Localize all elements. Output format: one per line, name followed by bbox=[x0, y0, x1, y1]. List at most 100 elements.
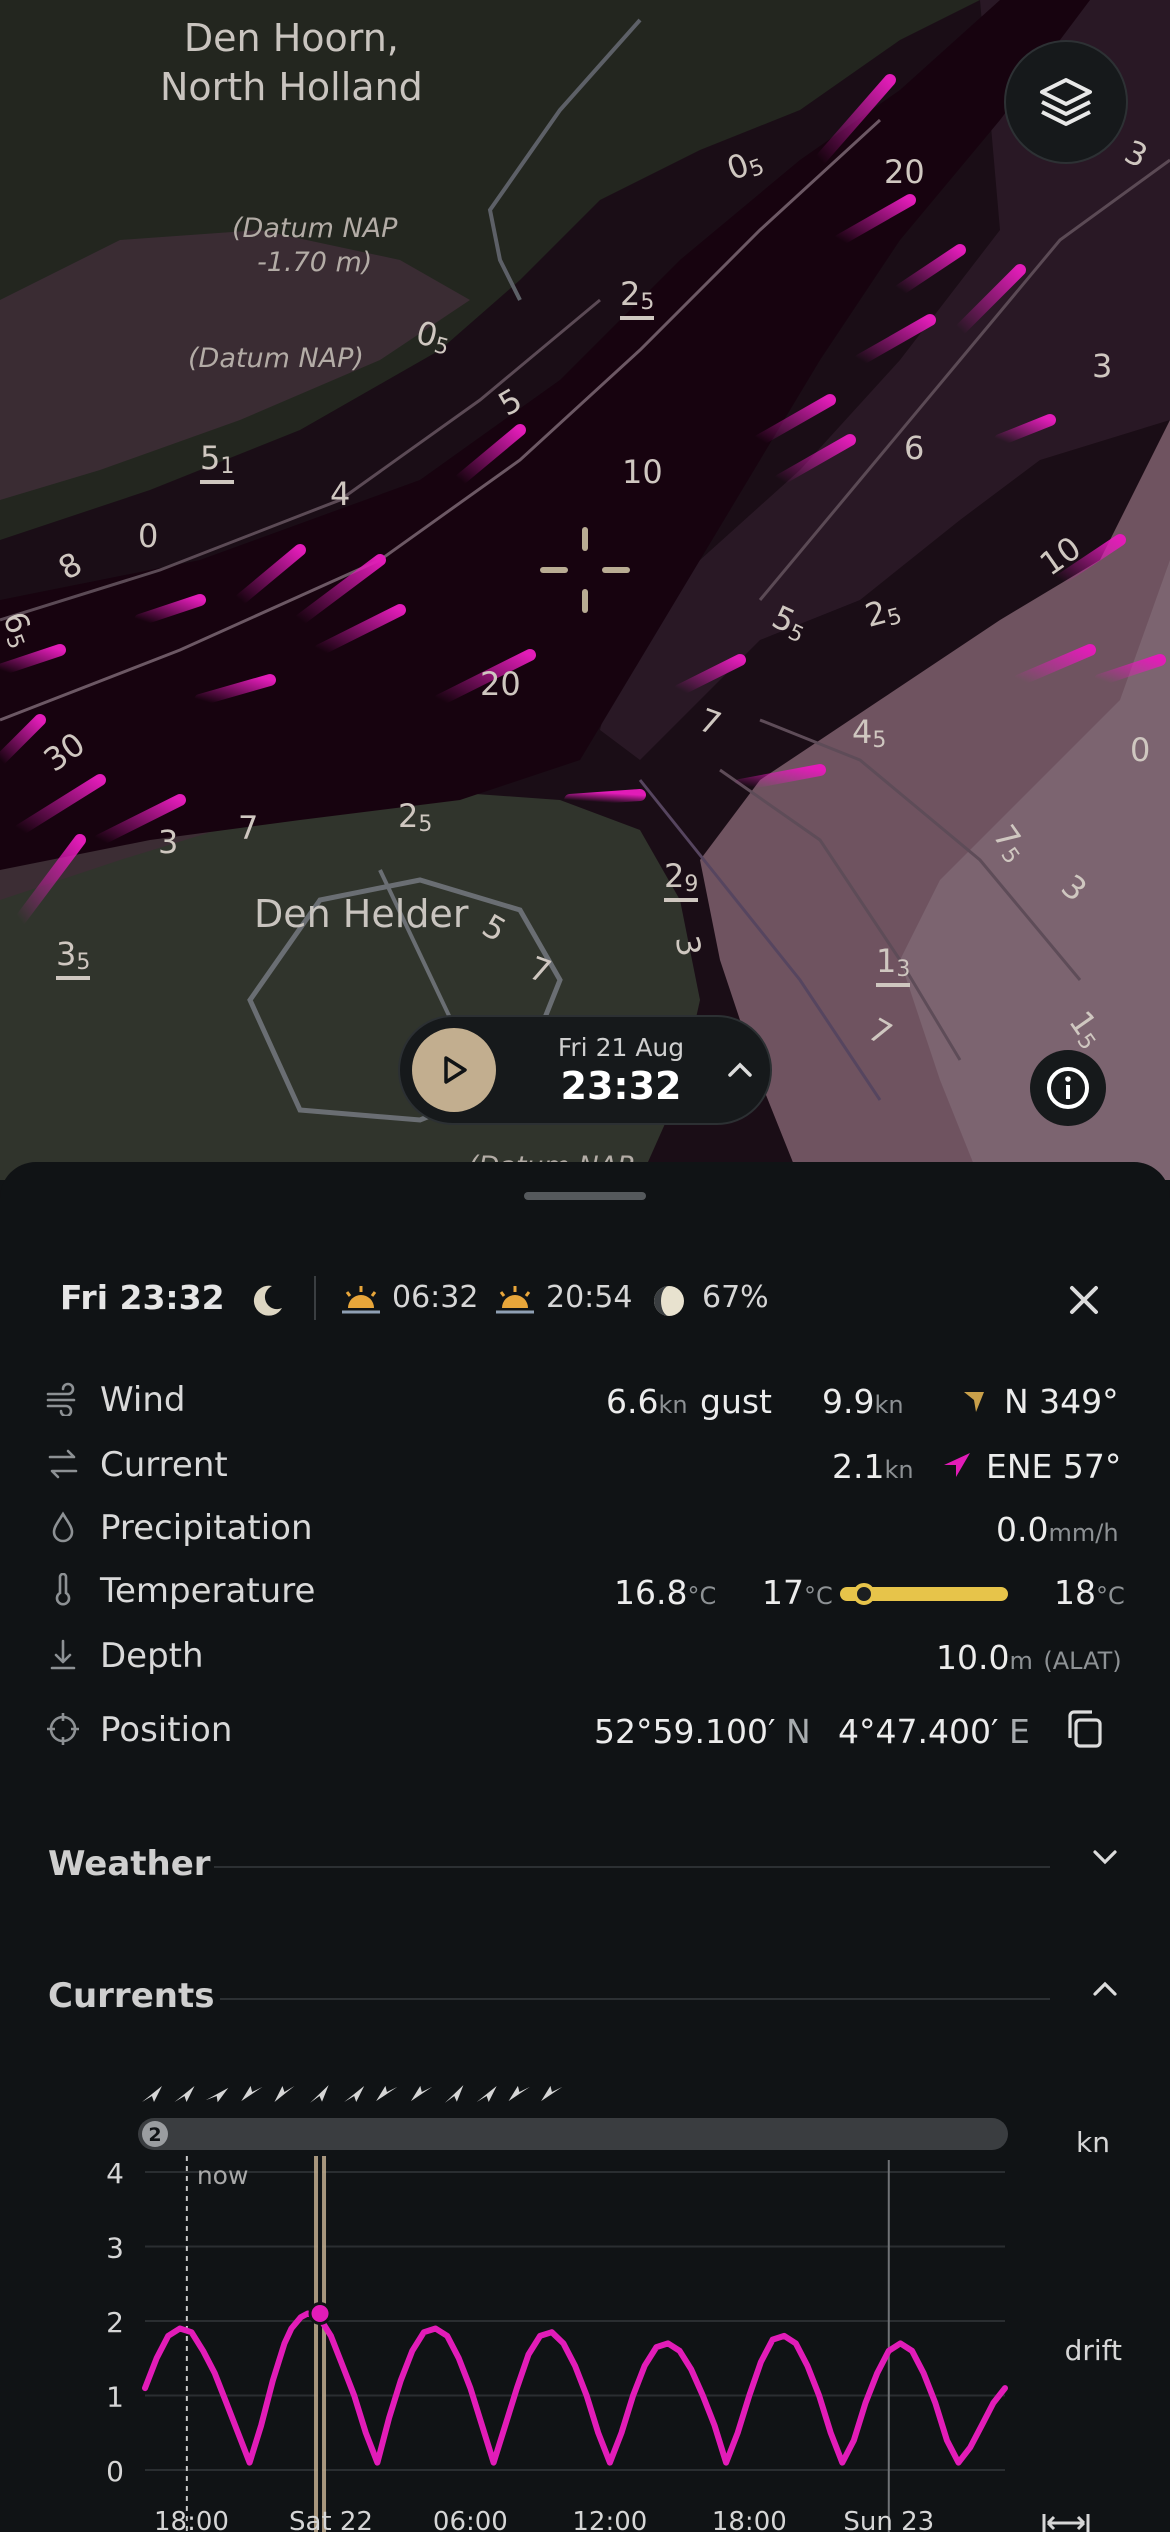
time-value: 23:32 bbox=[560, 1063, 682, 1108]
row-temperature: Temperature 16.8°C 17°C 18°C bbox=[0, 1561, 1170, 1621]
time-display: Fri 21 Aug 23:32 bbox=[536, 1033, 706, 1108]
sheet-handle[interactable] bbox=[524, 1192, 646, 1200]
y-tick-label: 0 bbox=[106, 2455, 124, 2488]
wind-label: Wind bbox=[100, 1380, 186, 1420]
series-label: drift bbox=[1065, 2334, 1122, 2367]
chevron-up-icon[interactable] bbox=[1092, 1980, 1118, 1998]
precipitation-label: Precipitation bbox=[100, 1508, 313, 1548]
depth-sounding: 6 bbox=[904, 429, 925, 467]
direction-arrow-icon bbox=[241, 2085, 263, 2102]
play-button[interactable] bbox=[412, 1028, 496, 1112]
temperature-min: 17°C bbox=[762, 1573, 833, 1612]
copy-icon[interactable] bbox=[1064, 1708, 1104, 1750]
depth-label: Depth bbox=[100, 1636, 204, 1676]
play-icon bbox=[444, 1056, 467, 1084]
wind-speed: 6.6kn bbox=[606, 1382, 688, 1421]
row-wind: Wind 6.6kn gust 9.9kn N 349° bbox=[0, 1370, 1170, 1430]
chevron-down-icon[interactable] bbox=[1092, 1848, 1118, 1866]
datum-label: (Datum NAP) bbox=[188, 343, 364, 374]
depth-value: 10.0m (ALAT) bbox=[936, 1638, 1122, 1677]
section-weather[interactable]: Weather bbox=[0, 1834, 1170, 1894]
temperature-range-marker bbox=[852, 1583, 875, 1605]
x-tick-label: 12:00 bbox=[572, 2507, 647, 2532]
map-base bbox=[0, 0, 1170, 1180]
y-axis-unit: kn bbox=[1076, 2126, 1110, 2159]
divider bbox=[220, 1998, 1050, 2000]
depth-sounding: 0 bbox=[1130, 731, 1151, 769]
x-tick-label: Sun 23 bbox=[843, 2507, 934, 2532]
wind-gust-label: gust bbox=[700, 1382, 772, 1421]
depth-sounding: 3 bbox=[158, 823, 179, 861]
direction-arrow-icon bbox=[410, 2085, 433, 2102]
direction-arrow-icon bbox=[508, 2085, 530, 2102]
direction-arrow-icon bbox=[141, 2086, 162, 2102]
temperature-label: Temperature bbox=[100, 1571, 316, 1611]
temperature-value: 16.8°C bbox=[614, 1573, 717, 1612]
currents-chart[interactable]: 2 0 1 2 3 4 kn drift now 18:00 Sat 22 06:00 12:00 18:… bbox=[0, 2060, 1170, 2532]
depth-sounding: 25 bbox=[620, 278, 655, 320]
timeline-track bbox=[138, 2118, 1008, 2150]
y-tick-label: 2 bbox=[106, 2306, 124, 2339]
crosshair-icon bbox=[47, 1713, 79, 1745]
expand-horizontal-icon-path bbox=[1042, 2514, 1090, 2532]
depth-sounding: 0 bbox=[138, 517, 159, 555]
x-tick-label: 18:00 bbox=[154, 2507, 229, 2532]
sunrise-icon bbox=[342, 1286, 380, 1314]
chevron-up-icon[interactable] bbox=[726, 1060, 754, 1080]
info-button[interactable] bbox=[1030, 1050, 1106, 1126]
direction-arrow-icon bbox=[310, 2085, 329, 2103]
sunset-time: 20:54 bbox=[546, 1280, 633, 1315]
section-currents-title: Currents bbox=[48, 1976, 215, 2016]
sunset-icon bbox=[496, 1286, 534, 1314]
direction-arrow-icon bbox=[205, 2087, 229, 2103]
precipitation-value: 0.0mm/h bbox=[996, 1510, 1119, 1549]
direction-arrow-icon bbox=[541, 2085, 563, 2102]
depth-sounding: 45 bbox=[852, 713, 887, 753]
layers-icon bbox=[1040, 78, 1092, 126]
layers-button[interactable] bbox=[1004, 40, 1128, 164]
x-tick-label: 06:00 bbox=[433, 2507, 508, 2532]
temperature-max: 18°C bbox=[1054, 1573, 1125, 1612]
wind-gust: 9.9kn bbox=[822, 1382, 904, 1421]
selected-time-line-core bbox=[318, 2156, 323, 2532]
direction-arrow-icon bbox=[376, 2085, 398, 2102]
y-tick-label: 4 bbox=[106, 2157, 124, 2190]
summary-bar: Fri 23:32 06:32 20:54 67% bbox=[0, 1262, 1170, 1338]
row-position: Position 52°59.100′ N 4°47.400′ E bbox=[0, 1700, 1170, 1760]
depth-sounding: 7 bbox=[238, 809, 259, 847]
position-longitude: 4°47.400′ E bbox=[838, 1712, 1030, 1751]
depth-sounding: 4 bbox=[330, 475, 351, 513]
moon-illumination: 67% bbox=[702, 1280, 769, 1315]
section-currents[interactable]: Currents bbox=[0, 1966, 1170, 2026]
depth-sounding: 35 bbox=[56, 938, 91, 980]
place-label-den-helder: Den Helder bbox=[254, 892, 469, 936]
place-label-den-hoorn: Den Hoorn, North Holland bbox=[160, 16, 423, 110]
expand-horizontal-icon[interactable] bbox=[1042, 2514, 1090, 2532]
drop-icon bbox=[52, 1511, 74, 1543]
time-scrubber[interactable]: Fri 21 Aug 23:32 bbox=[398, 1015, 772, 1125]
y-tick-label: 3 bbox=[106, 2232, 124, 2265]
depth-sounding: 51 bbox=[200, 442, 235, 484]
current-speed: 2.1kn bbox=[832, 1447, 914, 1486]
moon-icon bbox=[253, 1285, 282, 1316]
depth-sounding: 25 bbox=[398, 797, 433, 837]
current-direction-arrow-icon bbox=[944, 1453, 970, 1477]
position-latitude: 52°59.100′ N bbox=[594, 1712, 811, 1751]
wind-direction-arrow-icon bbox=[964, 1392, 984, 1412]
current-icon bbox=[48, 1449, 78, 1479]
depth-sounding: 20 bbox=[480, 665, 521, 703]
sunrise-time: 06:32 bbox=[392, 1280, 479, 1315]
x-tick-label: 18:00 bbox=[712, 2507, 787, 2532]
depth-sounding: 29 bbox=[664, 860, 699, 902]
y-tick-label: 1 bbox=[106, 2381, 124, 2414]
thermometer-icon bbox=[55, 1573, 71, 1606]
depth-sounding: 13 bbox=[876, 945, 911, 987]
divider bbox=[314, 1276, 316, 1320]
divider bbox=[214, 1866, 1050, 1868]
wind-icon bbox=[46, 1382, 76, 1416]
wind-direction: N 349° bbox=[1004, 1382, 1119, 1421]
summary-time: Fri 23:32 bbox=[60, 1278, 225, 1317]
x-tick-label: Sat 22 bbox=[289, 2507, 373, 2532]
close-icon[interactable] bbox=[1068, 1284, 1100, 1316]
chart-map[interactable]: Den Hoorn, North Holland Den Helder (Dat… bbox=[0, 0, 1170, 1180]
